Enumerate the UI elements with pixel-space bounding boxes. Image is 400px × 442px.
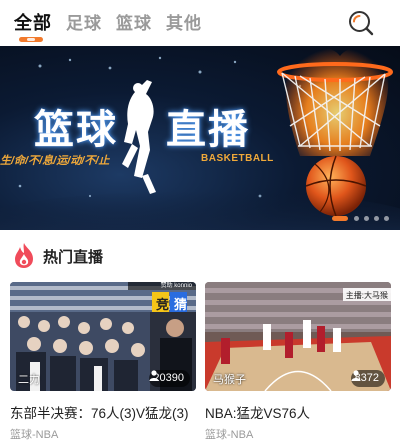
search-icon (349, 11, 374, 36)
anchor-name: 马猴子 (213, 374, 246, 386)
carousel-dot-active[interactable] (332, 216, 348, 221)
viewer-count-badge: 8372 (350, 370, 385, 387)
section-title: 热门直播 (43, 249, 104, 266)
search-button[interactable] (347, 9, 375, 37)
guess-badge-left: 竞 (156, 297, 170, 312)
top-tab-bar: 全部 足球 篮球 其他 (0, 0, 400, 46)
live-card-thumbnail[interactable]: 主播:大马猴 马猴子 8372 (205, 282, 391, 391)
thumbnail-corner-text: 主播:大马猴 (345, 291, 388, 300)
viewer-count-badge: 20390 (149, 370, 190, 387)
banner-title-right: 直播 (166, 107, 250, 153)
live-card[interactable]: 主播:大马猴 马猴子 8372 NBA:猛龙VS76人 篮球-NBA (205, 282, 391, 442)
card-title[interactable]: NBA:猛龙VS76人 (205, 402, 391, 422)
person-icon (351, 370, 361, 381)
live-card[interactable]: 赞助 konnio 竞 猜 二力 20390 东部半决赛：76人(3)V猛龙(3… (10, 282, 196, 442)
tab-basketball[interactable]: 篮球 (116, 9, 152, 34)
carousel-dot[interactable] (384, 216, 389, 221)
carousel-dot[interactable] (354, 216, 359, 221)
flame-icon (15, 243, 33, 268)
live-card-thumbnail[interactable]: 赞助 konnio 竞 猜 二力 20390 (10, 282, 196, 391)
active-tab-indicator (19, 37, 43, 42)
carousel-dot[interactable] (364, 216, 369, 221)
anchor-name: 二力 (18, 374, 40, 386)
banner-carousel[interactable]: 篮球 直播 生/命/不/息/运/动/不/止 BASKETBALL (0, 46, 400, 230)
card-category: 篮球-NBA (205, 429, 254, 441)
person-icon (149, 370, 159, 381)
thumbnail-corner-text: 赞助 konnio (160, 283, 192, 289)
tab-football[interactable]: 足球 (66, 9, 102, 34)
card-title[interactable]: 东部半决赛：76人(3)V猛龙(3) (10, 402, 196, 422)
card-category: 篮球-NBA (10, 429, 59, 441)
tab-other[interactable]: 其他 (166, 9, 202, 34)
carousel-dot[interactable] (374, 216, 379, 221)
banner-slogan: 生/命/不/息/运/动/不/止 (0, 155, 110, 167)
banner-english-label: BASKETBALL (201, 153, 274, 164)
guess-badge-right: 猜 (174, 297, 188, 312)
hot-live-section-header: 热门直播 (0, 230, 400, 280)
tab-all[interactable]: 全部 (14, 9, 52, 35)
banner-title-left: 篮球 (34, 107, 118, 153)
